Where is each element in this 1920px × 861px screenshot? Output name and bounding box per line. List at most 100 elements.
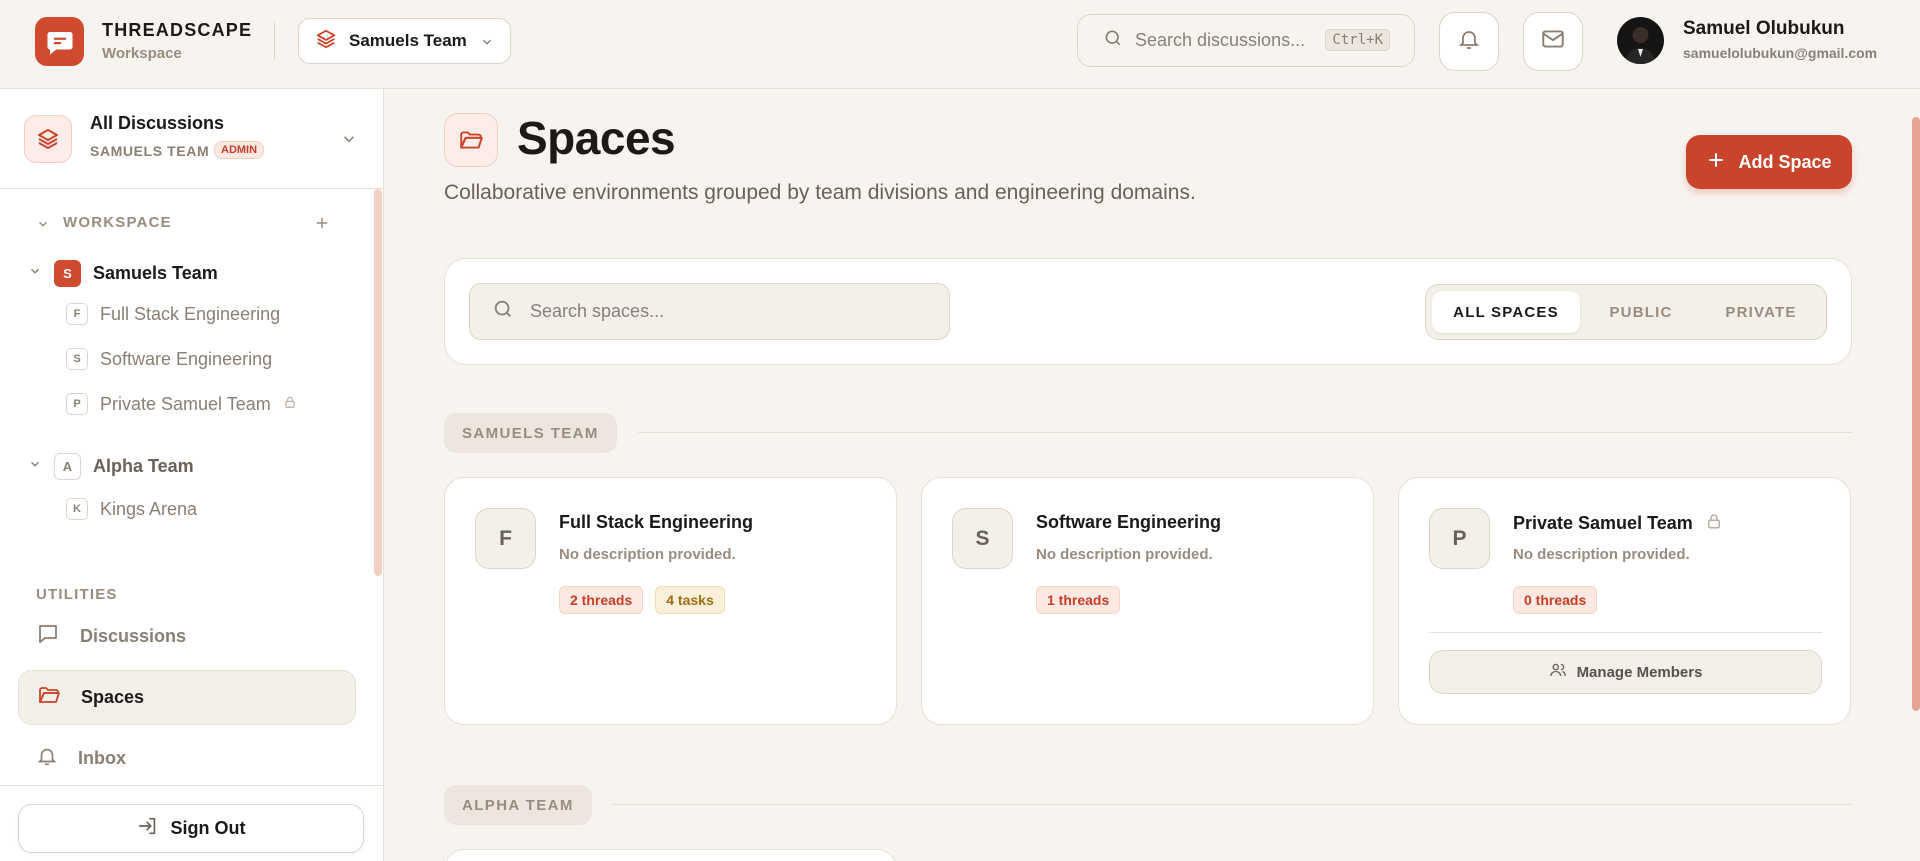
team-switcher-label: Samuels Team [349, 31, 467, 50]
group-label-alpha-team: ALPHA TEAM [444, 785, 592, 825]
user-email: samuelolubukun@gmail.com [1683, 45, 1878, 61]
discussion-search-input[interactable]: Search discussions... Ctrl+K [1077, 14, 1415, 67]
space-name: Kings Arena [100, 498, 198, 519]
manage-members-label: Manage Members [1576, 663, 1703, 681]
brand-title: THREADSCAPE [102, 20, 253, 40]
filter-all-spaces[interactable]: ALL SPACES [1432, 291, 1580, 333]
sidebar-team-alpha[interactable]: A Alpha Team [28, 453, 194, 480]
divider [0, 785, 383, 786]
logout-icon [137, 815, 159, 842]
shortcut-hint: Ctrl+K [1325, 29, 1390, 51]
team-switcher[interactable]: Samuels Team [298, 18, 511, 64]
add-space-button[interactable]: Add Space [1686, 135, 1852, 189]
threads-count: 1 threads [1036, 586, 1121, 614]
space-title-text: Software Engineering [1036, 512, 1222, 532]
divider [1429, 632, 1822, 633]
layers-icon [24, 115, 72, 163]
space-title-text: Full Stack Engineering [559, 512, 754, 532]
visibility-filter: ALL SPACES PUBLIC PRIVATE [1425, 284, 1827, 340]
threads-count: 2 threads [559, 586, 644, 614]
space-title: Software Engineering [1036, 512, 1221, 533]
add-space-label: Add Space [1738, 151, 1832, 172]
chevron-down-icon [340, 130, 358, 153]
sign-out-button[interactable]: Sign Out [18, 804, 364, 853]
space-letter: P [1429, 508, 1490, 569]
layers-icon [315, 28, 337, 55]
tasks-count: 4 tasks [655, 586, 725, 614]
main-scrollbar[interactable] [1912, 117, 1920, 711]
folder-icon [37, 683, 61, 712]
space-card[interactable] [444, 849, 897, 861]
space-search-input[interactable]: Search spaces... [469, 283, 950, 340]
space-badge: S [66, 348, 88, 370]
space-card-full-stack[interactable]: F Full Stack Engineering No description … [444, 477, 897, 725]
space-title-text: Private Samuel Team [1513, 513, 1693, 533]
filter-private[interactable]: PRIVATE [1702, 291, 1820, 333]
folder-icon [444, 113, 498, 167]
bell-icon [36, 745, 58, 772]
space-letter: F [475, 508, 536, 569]
app-logo-icon[interactable] [35, 17, 84, 66]
threads-count: 0 threads [1513, 586, 1598, 614]
search-icon [1103, 28, 1123, 53]
context-title: All Discussions [90, 113, 225, 133]
message-icon [36, 622, 60, 651]
space-badge: K [66, 498, 88, 520]
divider [274, 22, 275, 60]
space-name: Software Engineering [100, 348, 273, 369]
space-name: Full Stack Engineering [100, 303, 281, 324]
manage-members-button[interactable]: Manage Members [1429, 650, 1822, 694]
sidebar: All Discussions SAMUELS TEAM ADMIN WORKS… [0, 89, 384, 861]
nav-label: Discussions [80, 626, 187, 646]
space-badge: F [66, 303, 88, 325]
sidebar-team-samuels[interactable]: S Samuels Team [28, 260, 218, 287]
users-icon [1549, 661, 1567, 683]
top-bar: THREADSCAPE Workspace Samuels Team Searc… [0, 0, 1920, 89]
space-badge: P [66, 393, 88, 415]
sidebar-space-private[interactable]: P Private Samuel Team [66, 393, 297, 415]
user-name: Samuel Olubukun [1683, 18, 1845, 39]
utilities-section-label: UTILITIES [36, 586, 118, 603]
messages-button[interactable] [1523, 12, 1583, 71]
page-subtitle: Collaborative environments grouped by te… [444, 181, 1196, 204]
lock-icon [1705, 512, 1723, 535]
chevron-down-icon [28, 457, 42, 476]
space-tags: 0 threads [1513, 586, 1598, 614]
space-description: No description provided. [559, 546, 736, 563]
divider [638, 432, 1852, 433]
sidebar-scrollbar[interactable] [374, 189, 382, 576]
add-team-plus-icon[interactable] [313, 212, 331, 238]
space-card-software[interactable]: S Software Engineering No description pr… [921, 477, 1374, 725]
space-description: No description provided. [1036, 546, 1213, 563]
filter-bar: Search spaces... ALL SPACES PUBLIC PRIVA… [444, 258, 1852, 365]
plus-icon [1706, 150, 1726, 175]
team-badge: S [54, 260, 81, 287]
chevron-down-icon[interactable] [36, 217, 50, 236]
chevron-down-icon [28, 264, 42, 283]
main-content: Spaces Collaborative environments groupe… [384, 89, 1920, 861]
sidebar-space-software[interactable]: S Software Engineering [66, 348, 272, 370]
search-placeholder: Search spaces... [530, 301, 665, 321]
sidebar-space-full-stack[interactable]: F Full Stack Engineering [66, 303, 280, 325]
nav-label: Spaces [81, 687, 145, 707]
notifications-button[interactable] [1439, 12, 1499, 71]
group-label-samuels-team: SAMUELS TEAM [444, 413, 617, 453]
nav-spaces[interactable]: Spaces [18, 670, 356, 725]
space-name: Private Samuel Team [100, 393, 271, 414]
space-card-private[interactable]: P Private Samuel Team No description pro… [1398, 477, 1851, 725]
nav-discussions[interactable]: Discussions [18, 609, 356, 664]
space-title: Private Samuel Team [1513, 512, 1723, 535]
space-letter: S [952, 508, 1013, 569]
sidebar-space-kings-arena[interactable]: K Kings Arena [66, 498, 197, 520]
role-badge: ADMIN [214, 141, 265, 159]
team-name: Alpha Team [93, 456, 194, 476]
filter-public[interactable]: PUBLIC [1580, 291, 1702, 333]
search-icon [492, 298, 514, 325]
context-selector[interactable]: All Discussions SAMUELS TEAM ADMIN [0, 89, 383, 189]
page-title: Spaces [517, 112, 676, 164]
nav-inbox[interactable]: Inbox [18, 731, 356, 786]
space-title: Full Stack Engineering [559, 512, 753, 533]
divider [612, 804, 1852, 805]
avatar[interactable] [1617, 17, 1664, 64]
lock-icon [283, 395, 297, 414]
